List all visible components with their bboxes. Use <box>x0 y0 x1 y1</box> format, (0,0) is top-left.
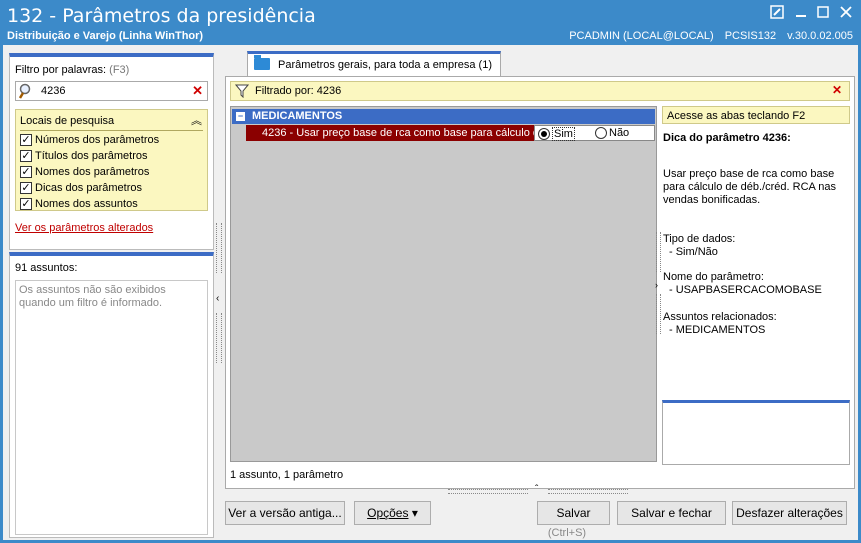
filter-label: Filtro por palavras: (F3) <box>15 64 130 76</box>
tab-general-parameters[interactable]: Parâmetros gerais, para toda a empresa (… <box>247 51 501 76</box>
tips-extra-box <box>662 400 850 465</box>
expand-tips-icon[interactable]: › <box>655 280 658 290</box>
options-button[interactable]: Opções ▾ <box>354 501 431 525</box>
window-info: PCADMIN (LOCAL@LOCAL) PCSIS132 v.30.0.02… <box>561 30 853 42</box>
collapse-icon[interactable]: ︽ <box>191 112 202 128</box>
filter-text: Filtrado por: 4236 <box>255 85 342 97</box>
splitter-grip <box>656 294 661 334</box>
search-icon <box>18 83 34 99</box>
clear-search-icon[interactable]: ✕ <box>192 83 203 99</box>
user-label: PCADMIN (LOCAL@LOCAL) <box>569 30 714 42</box>
filter-icon <box>234 84 250 99</box>
status-count: 1 assunto, 1 parâmetro <box>230 469 344 481</box>
data-type-section: Tipo de dados: - Sim/Não <box>663 233 736 258</box>
radio-unselected-icon <box>595 127 607 139</box>
subjects-list[interactable]: Os assuntos não são exibidos quando um f… <box>15 280 208 535</box>
save-button[interactable]: Salvar <box>537 501 610 525</box>
radio-sim[interactable]: Sim <box>538 127 575 141</box>
group-header[interactable]: − MEDICAMENTOS <box>232 109 655 124</box>
splitter-grip <box>656 232 661 272</box>
collapse-up-icon[interactable]: ˆ <box>535 484 538 495</box>
checkbox-subject-names[interactable]: ✓ Nomes dos assuntos <box>20 197 138 211</box>
splitter-grip <box>216 223 222 273</box>
parameters-grid: − MEDICAMENTOS 4236 - Usar preço base de… <box>230 106 657 462</box>
checkbox-parameter-tips[interactable]: ✓ Dicas dos parâmetros <box>20 181 142 195</box>
close-icon[interactable] <box>838 5 854 21</box>
splitter-grip <box>216 313 222 363</box>
tip-title: Dica do parâmetro 4236: <box>663 132 791 144</box>
subjects-message: Os assuntos não são exibidos quando um f… <box>19 284 166 309</box>
horizontal-splitter[interactable]: ˆ <box>448 484 628 495</box>
clear-filter-icon[interactable]: ✕ <box>832 83 842 97</box>
radio-selected-icon <box>538 128 550 140</box>
subjects-panel: 91 assuntos: Os assuntos não são exibido… <box>9 252 214 538</box>
checkbox-parameter-titles[interactable]: ✓ Títulos dos parâmetros <box>20 149 148 163</box>
parameter-description: 4236 - Usar preço base de rca como base … <box>246 125 534 141</box>
checkbox-icon: ✓ <box>20 198 32 210</box>
row-indent <box>232 125 246 141</box>
checkbox-icon: ✓ <box>20 150 32 162</box>
version-label: v.30.0.02.005 <box>787 30 853 42</box>
checkbox-icon: ✓ <box>20 182 32 194</box>
splitter-grip <box>448 489 528 494</box>
subjects-count: 91 assuntos: <box>15 262 78 274</box>
divider <box>20 130 203 131</box>
search-input[interactable]: 4236 ✕ <box>15 81 208 101</box>
changed-parameters-link[interactable]: Ver os parâmetros alterados <box>15 222 153 234</box>
related-subjects-section: Assuntos relacionados: - MEDICAMENTOS <box>663 311 777 336</box>
tab-label: Parâmetros gerais, para toda a empresa (… <box>278 59 492 71</box>
search-locations-title: Locais de pesquisa <box>20 115 115 127</box>
tip-body: Usar preço base de rca como base para cá… <box>663 168 837 206</box>
radio-nao[interactable]: Não <box>595 127 629 139</box>
old-version-button[interactable]: Ver a versão antiga... <box>225 501 345 525</box>
minimize-icon[interactable] <box>793 5 809 21</box>
group-title: MEDICAMENTOS <box>252 110 343 122</box>
program-label: PCSIS132 <box>724 30 777 42</box>
splitter-grip <box>548 489 628 494</box>
filter-panel: Filtro por palavras: (F3) 4236 ✕ Locais … <box>9 53 214 250</box>
save-close-button[interactable]: Salvar e fechar <box>617 501 726 525</box>
tips-header: Acesse as abas teclando F2 <box>662 106 850 124</box>
window-subtitle: Distribuição e Varejo (Linha WinThor) <box>7 30 204 42</box>
checkbox-icon: ✓ <box>20 134 32 146</box>
search-value: 4236 <box>41 85 66 97</box>
param-name-section: Nome do parâmetro: - USAPBASERCACOMOBASE <box>663 271 822 296</box>
vertical-splitter[interactable]: ‹ <box>216 223 222 368</box>
filter-bar: Filtrado por: 4236 ✕ <box>230 81 850 101</box>
chevron-down-icon: ▾ <box>411 506 418 520</box>
title-bar: 132 - Parâmetros da presidência Distribu… <box>0 0 861 44</box>
folder-icon <box>254 55 270 70</box>
tips-splitter[interactable]: › <box>655 232 661 342</box>
window-title: 132 - Parâmetros da presidência <box>7 5 316 27</box>
edit-icon[interactable] <box>769 5 785 21</box>
collapse-left-icon[interactable]: ‹ <box>216 293 219 304</box>
undo-changes-button[interactable]: Desfazer alterações <box>732 501 847 525</box>
checkbox-parameter-names[interactable]: ✓ Nomes dos parâmetros <box>20 165 149 179</box>
checkbox-parameter-numbers[interactable]: ✓ Números dos parâmetros <box>20 133 159 147</box>
collapse-group-icon[interactable]: − <box>236 112 245 121</box>
checkbox-icon: ✓ <box>20 166 32 178</box>
table-row[interactable]: 4236 - Usar preço base de rca como base … <box>232 125 655 141</box>
save-shortcut: (Ctrl+S) <box>547 527 587 539</box>
parameters-frame: Filtrado por: 4236 ✕ − MEDICAMENTOS 4236… <box>225 76 855 489</box>
client-area: Filtro por palavras: (F3) 4236 ✕ Locais … <box>3 45 858 540</box>
parameter-value-options: Sim Não <box>534 125 655 141</box>
maximize-icon[interactable] <box>815 5 831 21</box>
search-locations: Locais de pesquisa ︽ ✓ Números dos parâme… <box>15 109 208 211</box>
